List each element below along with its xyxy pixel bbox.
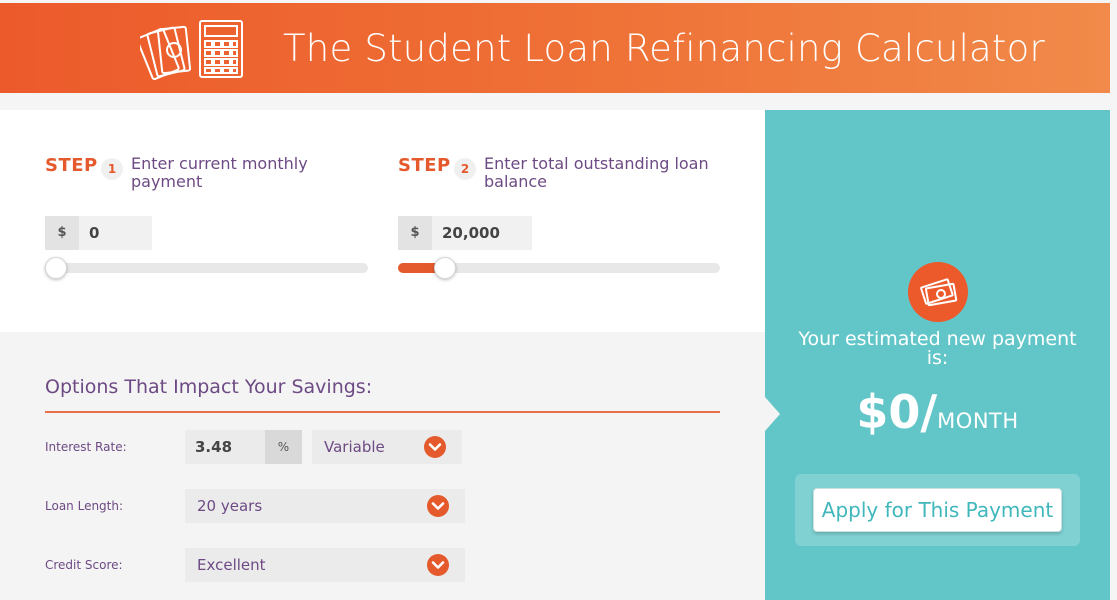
monthly-payment-slider[interactable] xyxy=(45,257,368,279)
loan-length-label: Loan Length: xyxy=(45,499,124,513)
apply-container: Apply for This Payment xyxy=(795,474,1080,546)
estimated-payment-amount: $0/MONTH xyxy=(785,385,1090,439)
step-2-word: STEP xyxy=(398,155,451,176)
step-2: STEP 2 Enter total outstanding loan bala… xyxy=(398,155,728,195)
payment-value: $0/ xyxy=(856,385,938,439)
loan-length-select[interactable]: 20 years xyxy=(185,489,465,523)
rate-type-value: Variable xyxy=(324,438,385,456)
credit-score-select[interactable]: Excellent xyxy=(185,548,465,582)
slider-handle[interactable] xyxy=(45,257,67,279)
apply-button[interactable]: Apply for This Payment xyxy=(813,488,1062,532)
payment-period: MONTH xyxy=(937,409,1019,433)
step-1: STEP 1 Enter current monthly payment xyxy=(45,155,345,195)
currency-sign: $ xyxy=(45,216,79,250)
step-2-text: Enter total outstanding loan balance xyxy=(484,154,709,191)
loan-length-value: 20 years xyxy=(197,497,263,515)
divider xyxy=(45,411,720,413)
chevron-down-icon xyxy=(427,554,449,576)
credit-score-label: Credit Score: xyxy=(45,558,123,572)
slider-handle[interactable] xyxy=(434,257,456,279)
options-title: Options That Impact Your Savings: xyxy=(45,376,373,398)
money-icon xyxy=(908,262,968,322)
chevron-down-icon xyxy=(424,436,446,458)
loan-balance-slider[interactable] xyxy=(398,257,720,279)
loan-balance-value[interactable]: 20,000 xyxy=(442,216,500,250)
currency-sign: $ xyxy=(398,216,432,250)
monthly-payment-input[interactable]: $ 0 xyxy=(45,216,152,250)
interest-rate-input[interactable]: 3.48 xyxy=(185,430,265,464)
step-1-word: STEP xyxy=(45,155,98,176)
estimated-payment-label: Your estimated new payment is: xyxy=(798,328,1077,369)
loan-balance-input[interactable]: $ 20,000 xyxy=(398,216,532,250)
step-1-number: 1 xyxy=(101,158,123,180)
calculator-icon xyxy=(199,20,243,78)
chevron-down-icon xyxy=(427,495,449,517)
panel-notch xyxy=(765,397,780,431)
step-2-number: 2 xyxy=(454,158,476,180)
percent-unit: % xyxy=(265,430,302,464)
page-title: The Student Loan Refinancing Calculator xyxy=(283,27,1045,70)
interest-rate-label: Interest Rate: xyxy=(45,440,127,454)
monthly-payment-value[interactable]: 0 xyxy=(89,216,99,250)
step-1-text: Enter current monthly payment xyxy=(131,154,308,191)
rate-type-select[interactable]: Variable xyxy=(312,430,462,464)
header-banner: The Student Loan Refinancing Calculator xyxy=(0,3,1110,93)
credit-score-value: Excellent xyxy=(197,556,266,574)
